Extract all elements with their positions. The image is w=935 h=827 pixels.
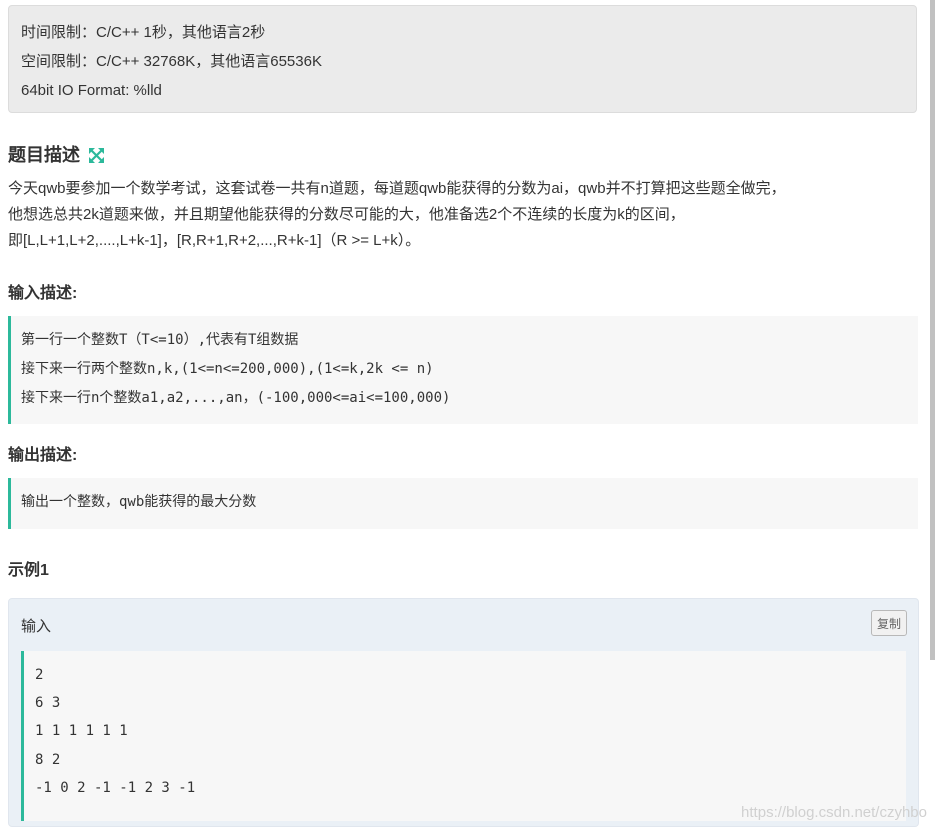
code-line: 8 2 <box>35 751 61 768</box>
description-line: 即[L,L+1,L+2,....,L+k-1]，[R,R+1,R+2,...,R… <box>8 232 421 249</box>
example-panel: 输入 复制 2 6 3 1 1 1 1 1 1 8 2 -1 0 2 -1 -1… <box>8 598 919 827</box>
description-text: 今天qwb要参加一个数学考试，这套试卷一共有n道题，每道题qwb能获得的分数为a… <box>8 176 908 254</box>
example-input-label: 输入 <box>21 618 52 635</box>
input-line: 接下来一行两个整数n,k,(1<=n<=200,000),(1<=k,2k <=… <box>21 361 434 377</box>
io-format: 64bit IO Format: %lld <box>21 82 162 99</box>
description-line: 今天qwb要参加一个数学考试，这套试卷一共有n道题，每道题qwb能获得的分数为a… <box>8 180 786 197</box>
code-line: -1 0 2 -1 -1 2 3 -1 <box>35 779 196 796</box>
output-line: 输出一个整数，qwb能获得的最大分数 <box>21 494 257 510</box>
code-line: 1 1 1 1 1 1 <box>35 723 128 740</box>
input-line: 接下来一行n个整数a1,a2,...,an，(-100,000<=ai<=100… <box>21 390 451 406</box>
copy-button[interactable]: 复制 <box>871 610 907 636</box>
watermark: https://blog.csdn.net/czyhbo <box>741 804 927 821</box>
code-line: 6 3 <box>35 695 61 712</box>
scrollbar[interactable] <box>930 0 935 660</box>
input-description: 第一行一个整数T（T<=10）,代表有T组数据 接下来一行两个整数n,k,(1<… <box>8 316 918 424</box>
description-title-row: 题目描述 <box>8 141 105 168</box>
output-description: 输出一个整数，qwb能获得的最大分数 <box>8 478 918 529</box>
example-input-code[interactable]: 2 6 3 1 1 1 1 1 1 8 2 -1 0 2 -1 -1 2 3 -… <box>21 651 906 821</box>
input-title: 输入描述: <box>8 285 78 302</box>
time-limit: 时间限制：C/C++ 1秒，其他语言2秒 <box>21 24 266 41</box>
description-line: 他想选总共2k道题来做，并且期望他能获得的分数尽可能的大，他准备选2个不连续的长… <box>8 206 685 223</box>
input-line: 第一行一个整数T（T<=10）,代表有T组数据 <box>21 332 299 348</box>
limits-panel: 时间限制：C/C++ 1秒，其他语言2秒 空间限制：C/C++ 32768K，其… <box>8 5 917 113</box>
expand-icon[interactable] <box>89 147 105 168</box>
output-title: 输出描述: <box>8 447 78 464</box>
example-title: 示例1 <box>8 562 49 579</box>
code-line: 2 <box>35 667 44 683</box>
space-limit: 空间限制：C/C++ 32768K，其他语言65536K <box>21 53 322 70</box>
description-title: 题目描述 <box>8 145 80 165</box>
